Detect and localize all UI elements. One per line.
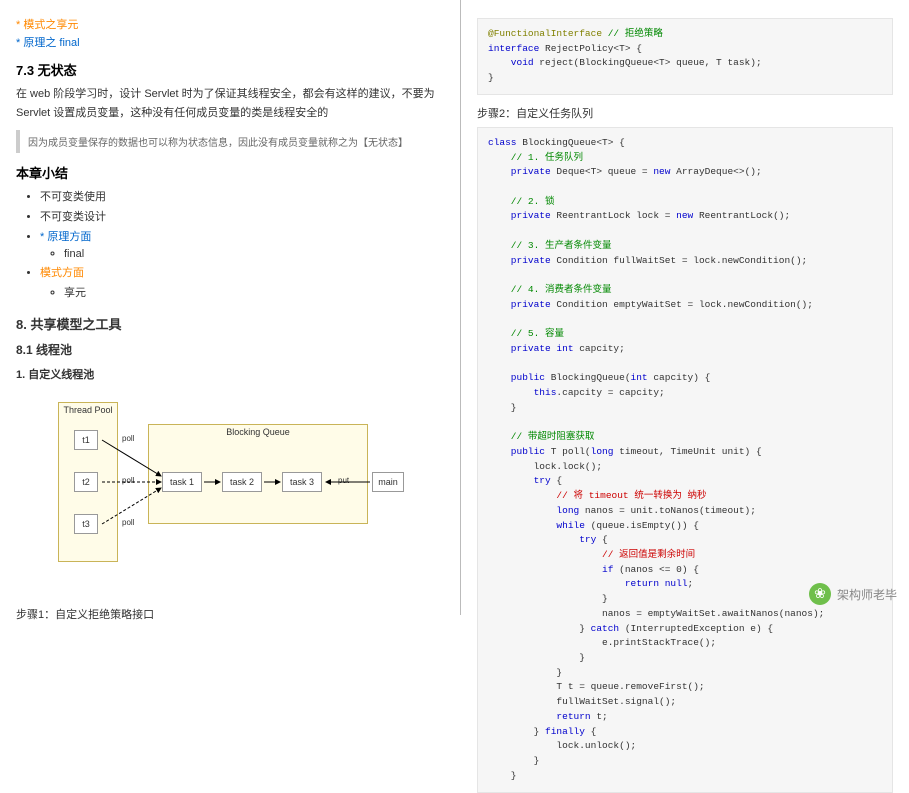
code-blocking-queue: class BlockingQueue<T> { // 1. 任务队列 priv… (477, 127, 893, 793)
heading-8-1: 8.1 线程池 (16, 341, 444, 358)
watermark: ❀ 架构师老毕 (809, 583, 897, 605)
list-item: 不可变类设计 (40, 208, 444, 224)
task-1: task 1 (162, 472, 202, 492)
list-item: * 原理方面 final (40, 228, 444, 260)
task-3: task 3 (282, 472, 322, 492)
heading-8: 8. 共享模型之工具 (16, 314, 444, 333)
main-box: main (372, 472, 404, 492)
wechat-icon: ❀ (809, 583, 831, 605)
thread-t2: t2 (74, 472, 98, 492)
list-item: 享元 (64, 284, 444, 300)
thread-t3: t3 (74, 514, 98, 534)
task-2: task 2 (222, 472, 262, 492)
list-item: 不可变类使用 (40, 188, 444, 204)
summary-list: 不可变类使用 不可变类设计 * 原理方面 final 模式方面 享元 (40, 188, 444, 300)
label-poll: poll (122, 434, 134, 443)
blockquote-stateless: 因为成员变量保存的数据也可以称为状态信息，因此没有成员变量就称之为【无状态】 (16, 130, 444, 153)
label-poll: poll (122, 476, 134, 485)
list-item: 模式方面 享元 (40, 264, 444, 300)
label-put: put (338, 476, 349, 485)
link-pattern[interactable]: 模式方面 (40, 267, 84, 279)
left-column: * 模式之享元 * 原理之 final 7.3 无状态 在 web 阶段学习时，… (0, 0, 460, 615)
heading-7-3: 7.3 无状态 (16, 60, 444, 79)
watermark-text: 架构师老毕 (837, 586, 897, 603)
link-final[interactable]: * 原理之 final (16, 34, 444, 50)
link-principle[interactable]: * 原理方面 (40, 231, 91, 243)
para-7-3: 在 web 阶段学习时，设计 Servlet 时为了保证其线程安全，都会有这样的… (16, 85, 444, 122)
list-item: final (64, 248, 444, 260)
right-column: @FunctionalInterface // 拒绝策略 interface R… (460, 0, 909, 615)
thread-t1: t1 (74, 430, 98, 450)
code-reject-policy: @FunctionalInterface // 拒绝策略 interface R… (477, 18, 893, 95)
step-1-label: 步骤1：自定义拒绝策略接口 (16, 606, 444, 622)
heading-8-1-1: 1. 自定义线程池 (16, 366, 444, 382)
heading-summary: 本章小结 (16, 163, 444, 182)
threadpool-diagram: Thread Pool t1 t2 t3 Blocking Queue task… (16, 396, 416, 596)
label-poll: poll (122, 518, 134, 527)
link-flyweight[interactable]: * 模式之享元 (16, 16, 444, 32)
step-2-label: 步骤2：自定义任务队列 (477, 105, 893, 121)
